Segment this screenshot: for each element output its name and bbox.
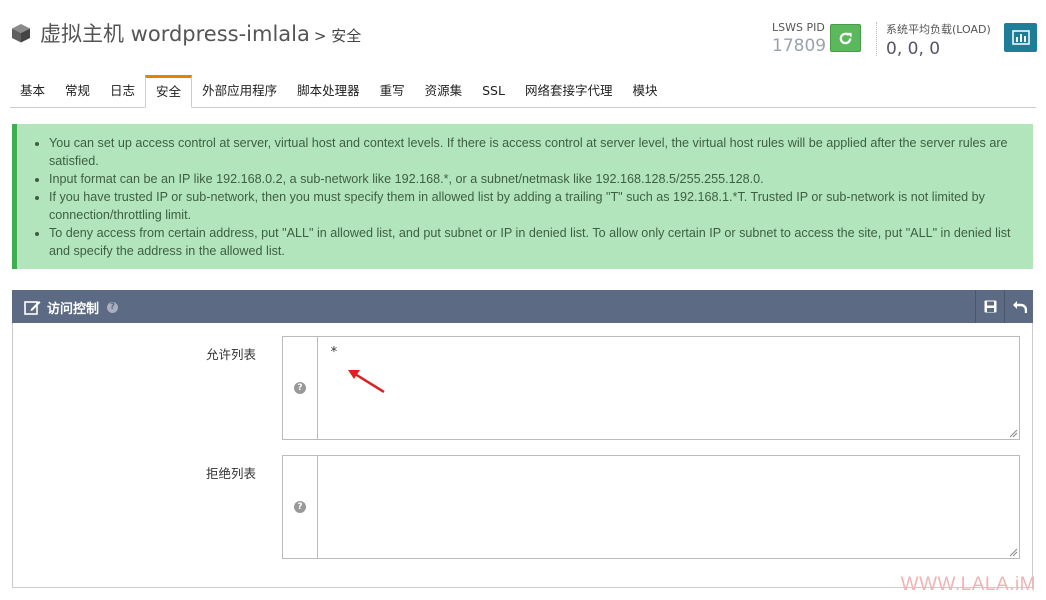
pid-label: LSWS PID [772, 21, 825, 34]
restart-button[interactable] [830, 24, 861, 52]
allowed-help[interactable]: ? [282, 336, 318, 440]
tab-basic[interactable]: 基本 [10, 77, 55, 107]
refresh-icon [839, 32, 852, 44]
undo-icon [1012, 301, 1027, 313]
breadcrumb: > 安全 [314, 25, 361, 46]
resize-grip-icon[interactable] [1009, 548, 1018, 557]
help-icon[interactable]: ? [107, 302, 119, 313]
load-label: 系统平均负载(LOAD) [886, 23, 991, 36]
info-item: If you have trusted IP or sub-network, t… [49, 188, 1023, 224]
info-item: You can set up access control at server,… [49, 134, 1023, 170]
tab-ssl[interactable]: SSL [472, 77, 515, 107]
tab-external-app[interactable]: 外部应用程序 [192, 77, 287, 107]
back-button[interactable] [1004, 290, 1033, 323]
pid-value: 17809 [772, 36, 827, 56]
tab-script-handler[interactable]: 脚本处理器 [287, 77, 370, 107]
bar-chart-icon [1011, 30, 1030, 45]
page-title-text: 虚拟主机 wordpress-imlala [40, 22, 310, 46]
save-button[interactable] [975, 290, 1004, 323]
breadcrumb-current: 安全 [331, 26, 362, 45]
tab-general[interactable]: 常规 [55, 77, 100, 107]
tab-bar: 基本 常规 日志 安全 外部应用程序 脚本处理器 重写 资源集 SSL 网络套接… [10, 75, 1036, 108]
help-icon: ? [294, 501, 306, 513]
tab-rewrite[interactable]: 重写 [370, 77, 415, 107]
denied-help[interactable]: ? [282, 455, 318, 559]
load-display: 系统平均负载(LOAD) 0, 0, 0 [886, 21, 991, 59]
page-title: 虚拟主机 wordpress-imlala > 安全 [10, 18, 361, 48]
allowed-list-label: 允许列表 [205, 347, 256, 362]
tab-modules[interactable]: 模块 [622, 77, 667, 107]
stats-button[interactable] [1004, 23, 1037, 52]
save-icon [984, 300, 996, 313]
info-list: You can set up access control at server,… [49, 134, 1023, 260]
help-icon: ? [294, 382, 306, 394]
denied-list-textarea[interactable] [318, 455, 1020, 559]
denied-list-label: 拒绝列表 [205, 466, 256, 481]
access-control-panel: 允许列表 ? * 拒绝列表 ? [12, 323, 1033, 588]
info-item: To deny access from certain address, put… [49, 224, 1023, 260]
access-control-panel-header: 访问控制 ? [12, 290, 1033, 323]
resize-grip-icon[interactable] [1009, 429, 1018, 438]
tab-log[interactable]: 日志 [100, 77, 145, 107]
info-item: Input format can be an IP like 192.168.0… [49, 170, 1023, 188]
allowed-list-textarea[interactable]: * [318, 336, 1020, 440]
tab-context[interactable]: 资源集 [415, 77, 473, 107]
pid-display: LSWS PID 17809 [772, 21, 826, 56]
page-header: 虚拟主机 wordpress-imlala > 安全 LSWS PID 1780… [0, 0, 1046, 70]
panel-title-text: 访问控制 [47, 302, 100, 317]
panel-tools [975, 290, 1033, 323]
edit-icon [24, 301, 41, 315]
allowed-list-value: * [330, 345, 338, 360]
watermark: WWW.LALA.iM [900, 574, 1036, 595]
panel-title: 访问控制 ? [24, 298, 119, 317]
header-divider [876, 22, 877, 56]
load-value: 0, 0, 0 [886, 39, 941, 59]
tab-websocket-proxy[interactable]: 网络套接字代理 [515, 77, 623, 107]
info-box: You can set up access control at server,… [12, 124, 1033, 269]
tab-security[interactable]: 安全 [145, 75, 193, 108]
annotation-arrow [348, 370, 385, 394]
cube-icon [12, 24, 30, 43]
breadcrumb-separator: > [313, 26, 327, 45]
